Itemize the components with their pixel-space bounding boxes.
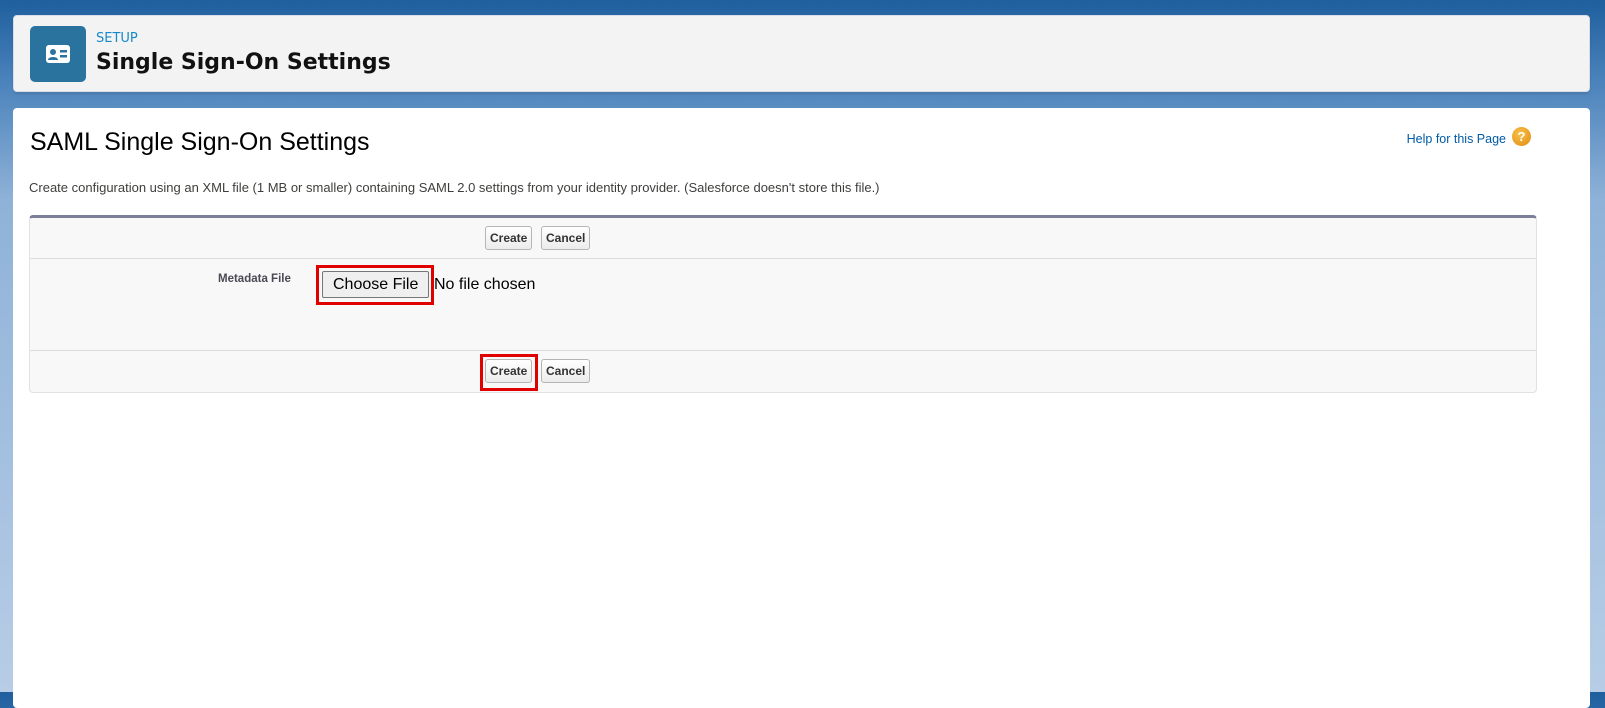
file-status: No file chosen [434, 276, 536, 293]
bottom-button-row: Create Cancel [30, 351, 1536, 393]
cancel-button-top[interactable]: Cancel [541, 226, 591, 250]
content-card: SAML Single Sign-On Settings Help for th… [13, 108, 1590, 708]
description: Create configuration using an XML file (… [29, 180, 880, 195]
metadata-file-label: Metadata File [218, 273, 291, 285]
create-button-bottom[interactable]: Create [485, 359, 533, 383]
breadcrumb-setup[interactable]: SETUP [96, 31, 138, 46]
top-button-row: Create Cancel [30, 218, 1536, 259]
form-block: Create Cancel Metadata File Choose File … [29, 215, 1537, 393]
help-link[interactable]: Help for this Page [1407, 132, 1506, 146]
section-title: SAML Single Sign-On Settings [30, 128, 370, 156]
cancel-button-bottom[interactable]: Cancel [541, 359, 591, 383]
page-title: Single Sign-On Settings [96, 50, 391, 75]
help-icon[interactable]: ? [1512, 127, 1531, 146]
page-header: SETUP Single Sign-On Settings [13, 15, 1590, 92]
choose-file-button[interactable]: Choose File [322, 271, 430, 298]
create-button-top[interactable]: Create [485, 226, 533, 250]
metadata-row: Metadata File Choose File No file chosen [30, 259, 1536, 351]
contact-card-icon [30, 26, 86, 82]
